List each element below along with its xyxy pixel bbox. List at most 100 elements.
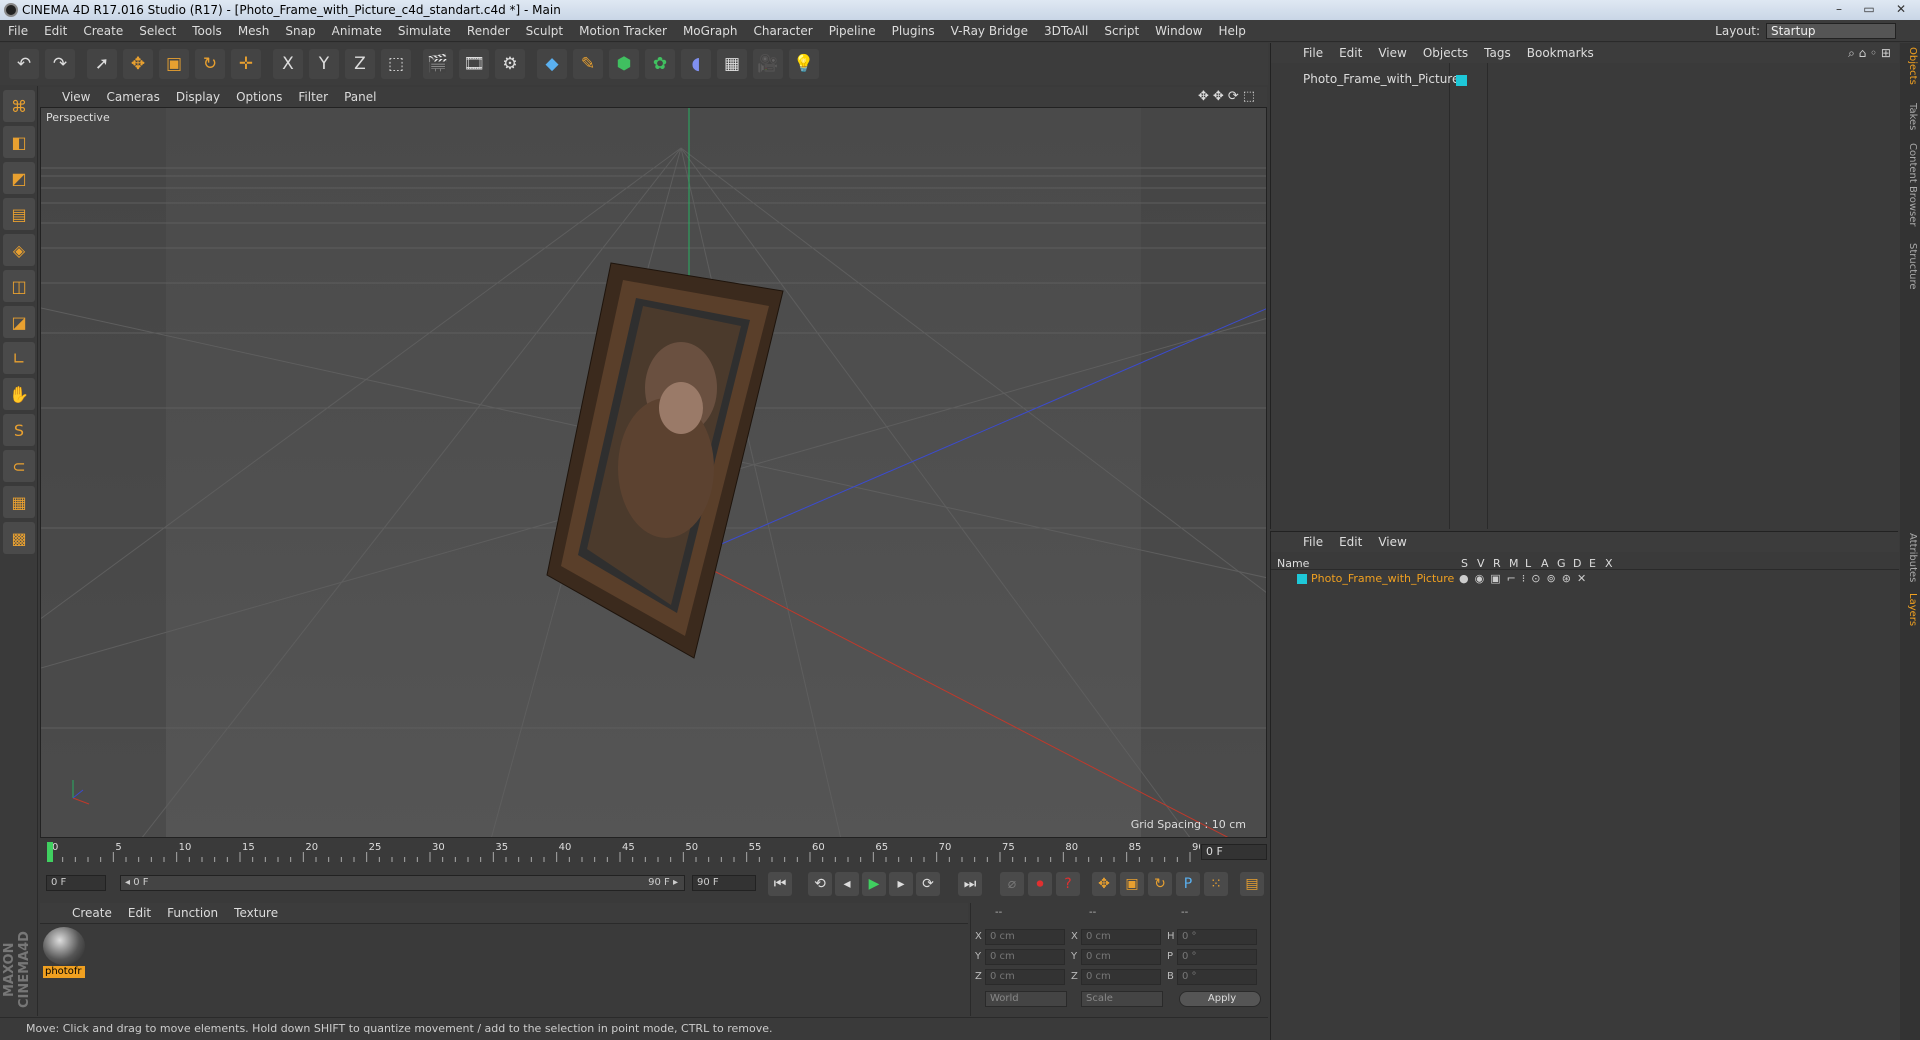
key-scale-icon[interactable]: ▣ <box>1120 872 1144 896</box>
frame-range-slider[interactable]: ◂ 0 F 90 F ▸ <box>120 875 685 891</box>
menu-tools[interactable]: Tools <box>184 20 230 42</box>
tab-takes[interactable]: Takes <box>1902 103 1918 130</box>
start-frame-field[interactable]: 0 F <box>46 875 106 891</box>
record-icon[interactable]: ⏺ <box>1028 872 1052 896</box>
material-menu-create[interactable]: Create <box>64 906 120 920</box>
object-menu-tags[interactable]: Tags <box>1476 46 1519 60</box>
key-pla-icon[interactable]: ⁙ <box>1204 872 1228 896</box>
layer-name[interactable]: Photo_Frame_with_Picture <box>1311 572 1454 585</box>
end-frame-field[interactable]: 90 F <box>692 875 756 891</box>
rotation-b-field[interactable]: 0 ° <box>1177 969 1257 985</box>
render-settings-icon[interactable]: ⚙ <box>495 49 525 79</box>
menu-mograph[interactable]: MoGraph <box>675 20 746 42</box>
edges-mode-icon[interactable]: ◫ <box>3 270 35 302</box>
tab-structure[interactable]: Structure <box>1902 243 1918 290</box>
menu-snap[interactable]: Snap <box>277 20 323 42</box>
undo-icon[interactable]: ↶ <box>9 49 39 79</box>
menu-render[interactable]: Render <box>459 20 518 42</box>
viewport-menu-options[interactable]: Options <box>228 90 290 104</box>
move-tool-icon[interactable]: ✥ <box>123 49 153 79</box>
object-row[interactable]: Photo_Frame_with_Picture <box>1275 71 1895 87</box>
next-frame-icon[interactable]: ▸ <box>889 872 913 896</box>
viewport-nav-icons[interactable]: ✥✥⟳⬚ <box>1198 89 1259 104</box>
light-icon[interactable]: 💡 <box>789 49 819 79</box>
tab-objects[interactable]: Objects <box>1902 47 1918 85</box>
menu-sculpt[interactable]: Sculpt <box>518 20 571 42</box>
previous-key-icon[interactable]: ⟲ <box>808 872 832 896</box>
grid-icon[interactable]: ▩ <box>3 522 35 554</box>
menu-character[interactable]: Character <box>745 20 820 42</box>
menu-motion-tracker[interactable]: Motion Tracker <box>571 20 675 42</box>
rotation-h-field[interactable]: 0 ° <box>1177 929 1257 945</box>
menu-file[interactable]: File <box>0 20 36 42</box>
workplane-lock-icon[interactable]: ▦ <box>3 486 35 518</box>
size-y-field[interactable]: 0 cm <box>1081 949 1161 965</box>
cube-icon[interactable]: ◆ <box>537 49 567 79</box>
goto-start-icon[interactable]: ⏮ <box>768 872 792 896</box>
select-tool-icon[interactable]: ➚ <box>87 49 117 79</box>
menu-mesh[interactable]: Mesh <box>230 20 278 42</box>
menu-window[interactable]: Window <box>1147 20 1210 42</box>
key-parameter-icon[interactable]: P <box>1176 872 1200 896</box>
tab-layers[interactable]: Layers <box>1902 593 1918 626</box>
menu-edit[interactable]: Edit <box>36 20 75 42</box>
floor-icon[interactable]: ▦ <box>717 49 747 79</box>
camera-icon[interactable]: 🎥 <box>753 49 783 79</box>
layer-menu-edit[interactable]: Edit <box>1331 535 1370 549</box>
render-view-icon[interactable]: 🎬 <box>423 49 453 79</box>
viewport-menu-filter[interactable]: Filter <box>290 90 336 104</box>
rotate-tool-icon[interactable]: ↻ <box>195 49 225 79</box>
menu-vray-bridge[interactable]: V-Ray Bridge <box>943 20 1036 42</box>
material-menu-function[interactable]: Function <box>159 906 226 920</box>
perspective-viewport[interactable]: Perspective Grid Spacing : 10 cm <box>40 107 1267 838</box>
layer-color-swatch[interactable] <box>1297 574 1307 584</box>
keyframe-disabled-icon[interactable]: ⌀ <box>1000 872 1024 896</box>
key-position-icon[interactable]: ✥ <box>1092 872 1116 896</box>
polygons-mode-icon[interactable]: ◪ <box>3 306 35 338</box>
previous-frame-icon[interactable]: ◂ <box>835 872 859 896</box>
material-name[interactable]: photofr <box>43 966 85 978</box>
layout-dropdown[interactable]: Startup <box>1766 23 1896 39</box>
make-editable-icon[interactable]: ⌘ <box>3 90 35 122</box>
subdivision-icon[interactable]: ⬢ <box>609 49 639 79</box>
z-axis-lock-icon[interactable]: Z <box>345 49 375 79</box>
world-tool-icon[interactable]: ✛ <box>231 49 261 79</box>
points-mode-icon[interactable]: ◈ <box>3 234 35 266</box>
object-menu-view[interactable]: View <box>1370 46 1414 60</box>
maximize-button[interactable]: ▭ <box>1854 0 1884 18</box>
rotation-p-field[interactable]: 0 ° <box>1177 949 1257 965</box>
menu-help[interactable]: Help <box>1210 20 1253 42</box>
object-menu-edit[interactable]: Edit <box>1331 46 1370 60</box>
menu-3dtoall[interactable]: 3DToAll <box>1036 20 1096 42</box>
model-mode-icon[interactable]: ◧ <box>3 126 35 158</box>
next-key-icon[interactable]: ⟳ <box>916 872 940 896</box>
viewport-menu-panel[interactable]: Panel <box>336 90 384 104</box>
menu-simulate[interactable]: Simulate <box>390 20 459 42</box>
menu-select[interactable]: Select <box>131 20 184 42</box>
close-button[interactable]: ✕ <box>1886 0 1916 18</box>
menu-pipeline[interactable]: Pipeline <box>821 20 884 42</box>
render-picture-viewer-icon[interactable]: 🎞 <box>459 49 489 79</box>
timeline-window-icon[interactable]: ▤ <box>1240 872 1264 896</box>
texture-mode-icon[interactable]: ◩ <box>3 162 35 194</box>
position-x-field[interactable]: 0 cm <box>985 929 1065 945</box>
object-menu-objects[interactable]: Objects <box>1415 46 1476 60</box>
timeline-ruler[interactable]: 051015202530354045505560657075808590 0 F <box>40 840 1267 864</box>
scale-tool-icon[interactable]: ▣ <box>159 49 189 79</box>
menu-animate[interactable]: Animate <box>324 20 390 42</box>
goto-end-icon[interactable]: ⏭ <box>958 872 982 896</box>
object-menu-file[interactable]: File <box>1295 46 1331 60</box>
coordinate-mode-dropdown[interactable]: World <box>985 991 1067 1007</box>
material-menu-edit[interactable]: Edit <box>120 906 159 920</box>
play-icon[interactable]: ▶ <box>862 872 886 896</box>
layer-flag-icons[interactable]: ●◉▣⌐⁝⊙⊚⊛✕ <box>1459 572 1592 585</box>
menu-script[interactable]: Script <box>1096 20 1147 42</box>
workplane-icon[interactable]: ▤ <box>3 198 35 230</box>
object-menu-bookmarks[interactable]: Bookmarks <box>1519 46 1602 60</box>
x-axis-lock-icon[interactable]: X <box>273 49 303 79</box>
layer-menu-file[interactable]: File <box>1295 535 1331 549</box>
coordinate-system-icon[interactable]: ⬚ <box>381 49 411 79</box>
redo-icon[interactable]: ↷ <box>45 49 75 79</box>
size-x-field[interactable]: 0 cm <box>1081 929 1161 945</box>
viewport-menu-display[interactable]: Display <box>168 90 228 104</box>
